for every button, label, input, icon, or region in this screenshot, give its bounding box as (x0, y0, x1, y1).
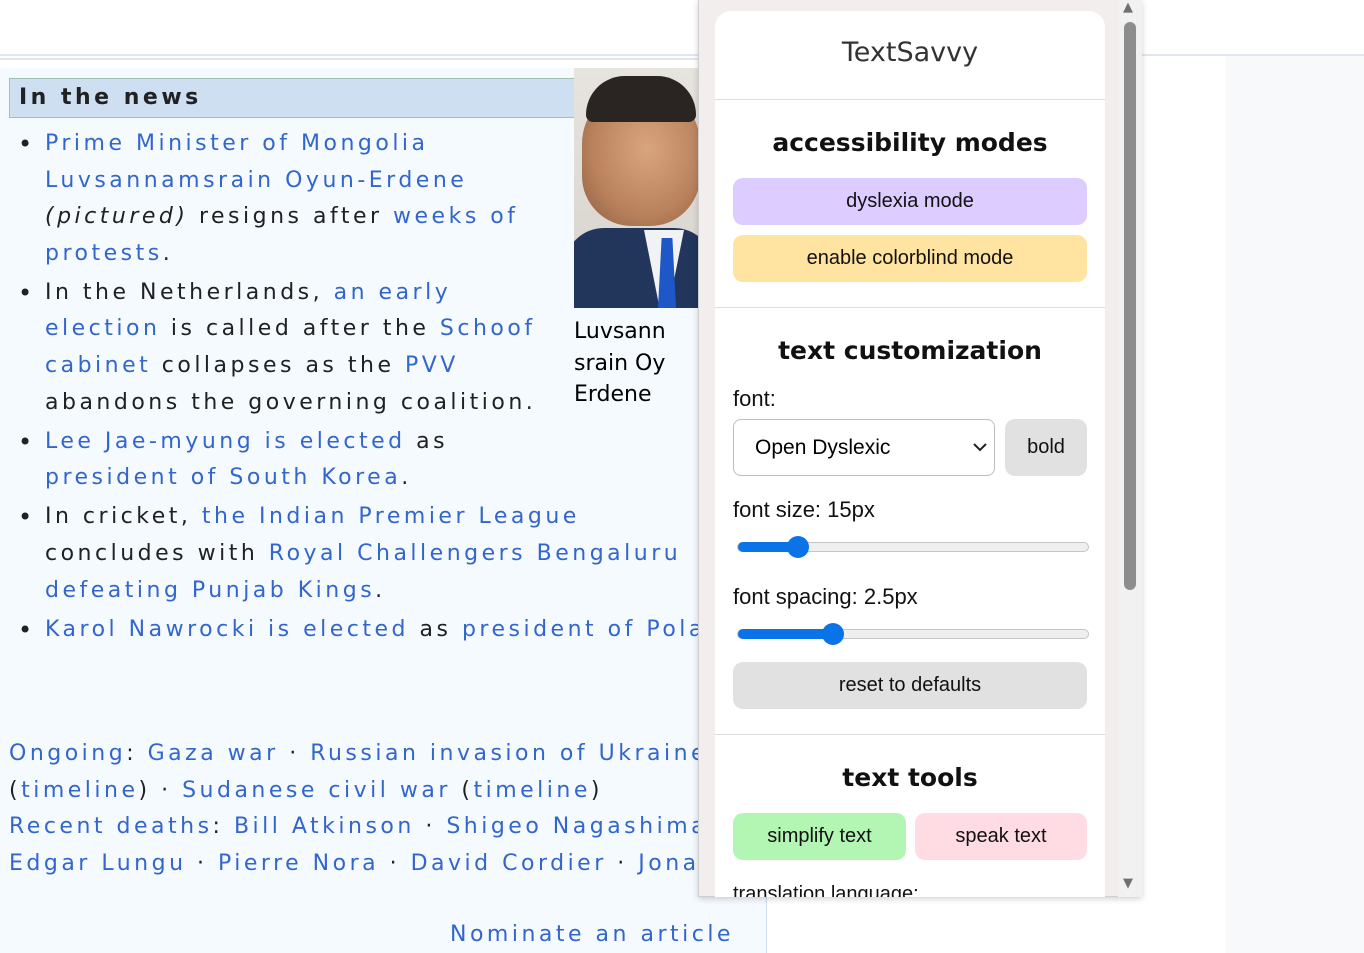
scroll-down-arrow-icon[interactable]: ▼ (1123, 877, 1133, 891)
browser-top-bar (0, 0, 1364, 56)
news-item-mongolia: Prime Minister of Mongolia Luvsannamsrai… (16, 126, 569, 272)
ongoing-row: Ongoing: Gaza war · Russian invasion of … (9, 736, 699, 773)
news-text: abandons the governing coalition. (45, 389, 537, 415)
news-text: ( (450, 777, 474, 803)
popup-scrollbar[interactable]: ▲ ▼ (1118, 0, 1142, 897)
colorblind-mode-button[interactable]: enable colorblind mode (733, 235, 1087, 282)
font-size-slider[interactable] (737, 536, 1089, 558)
slider-fill (738, 629, 834, 639)
link-mongolia-pm[interactable]: Prime Minister of Mongolia Luvsannamsrai… (45, 131, 467, 193)
link-shigeo-nagashima[interactable]: Shigeo Nagashima (446, 814, 699, 839)
link-defeating[interactable]: defeating (45, 578, 181, 603)
news-item-south-korea: Lee Jae-myung is elected as president of… (16, 424, 515, 497)
separator: · (278, 741, 311, 766)
accessibility-heading: accessibility modes (772, 128, 1048, 157)
news-text: ) · (138, 777, 183, 803)
translation-language-label: translation language: (733, 883, 919, 897)
link-russian-invasion[interactable]: Russian invasion of Ukraine (310, 741, 699, 766)
photo-caption: Luvsann srain Oy Erdene (574, 316, 698, 411)
news-text: . (162, 240, 174, 266)
news-text: is called after the (160, 316, 440, 342)
scrollbar-thumb[interactable] (1124, 22, 1136, 590)
font-size-label: font size: 15px (733, 497, 875, 522)
nominate-article-link[interactable]: Nominate an article (450, 920, 734, 950)
link-indian-premier-league[interactable]: the Indian Premier League (202, 504, 580, 529)
dyslexia-mode-button[interactable]: dyslexia mode (733, 178, 1087, 225)
news-text: : (212, 814, 234, 840)
slider-thumb[interactable] (822, 623, 845, 645)
link-timeline-1[interactable]: timeline (21, 778, 138, 803)
divider (715, 307, 1105, 308)
text-tools-heading: text tools (842, 763, 978, 792)
link-ongoing[interactable]: Ongoing (9, 741, 126, 766)
separator: · (414, 814, 447, 840)
link-jonathan-joss[interactable]: Jonathan Joss (638, 851, 699, 876)
caption-line: Luvsann (574, 319, 666, 344)
separator: · (379, 851, 411, 877)
link-david-cordier[interactable]: David Cordier (411, 851, 607, 876)
link-royal-challengers[interactable]: Royal Challengers Bengaluru (269, 541, 681, 566)
chevron-down-icon (972, 420, 988, 498)
recent-deaths-row: Recent deaths: Bill Atkinson · Shigeo Na… (9, 809, 699, 846)
news-text: In the Netherlands, (45, 279, 334, 305)
pictured-note: (pictured) (45, 204, 189, 230)
photo-hair (586, 76, 696, 122)
news-text: collapses as the (151, 353, 405, 379)
link-bill-atkinson[interactable]: Bill Atkinson (234, 814, 415, 839)
news-text: concludes with (45, 541, 269, 567)
ongoing-row-2: (timeline) · Sudanese civil war (timelin… (9, 773, 699, 810)
news-text: as (409, 616, 462, 642)
news-text (181, 578, 192, 603)
text-customization-heading: text customization (778, 336, 1042, 365)
font-select[interactable]: Open Dyslexic (733, 419, 995, 476)
bold-button[interactable]: bold (1005, 419, 1087, 476)
news-text: : (126, 741, 148, 766)
news-footer: Ongoing: Gaza war · Russian invasion of … (9, 736, 699, 883)
header-rule (0, 58, 700, 60)
news-text: In cricket, (45, 504, 202, 530)
caption-line: srain Oy (574, 350, 666, 376)
page-right-gutter (1226, 56, 1364, 953)
font-spacing-label: font spacing: 2.5px (733, 584, 918, 609)
news-item-cricket: In cricket, the Indian Premier League co… (16, 499, 698, 609)
font-label: font: (733, 386, 776, 411)
link-lee-jae-myung[interactable]: Lee Jae-myung is elected (45, 429, 406, 454)
textsavvy-popup: TextSavvy accessibility modes dyslexia m… (698, 0, 1142, 897)
link-sudanese-civil-war[interactable]: Sudanese civil war (182, 778, 451, 803)
news-photo[interactable] (574, 68, 698, 308)
reset-defaults-button[interactable]: reset to defaults (733, 662, 1087, 709)
news-text: . (375, 577, 386, 603)
slider-thumb[interactable] (786, 536, 809, 558)
recent-deaths-row-3: Edgar Lungu · Pierre Nora · David Cordie… (9, 846, 699, 883)
separator: · (606, 851, 639, 877)
link-president-south-korea[interactable]: president of South Korea (45, 465, 401, 490)
link-recent-deaths[interactable]: Recent deaths (9, 814, 213, 839)
popup-card: TextSavvy accessibility modes dyslexia m… (715, 11, 1105, 897)
divider (715, 99, 1105, 100)
speak-text-button[interactable]: speak text (915, 813, 1087, 860)
news-text: . (401, 465, 412, 491)
link-timeline-2[interactable]: timeline (473, 778, 590, 803)
link-pierre-nora[interactable]: Pierre Nora (218, 851, 379, 876)
link-punjab-kings[interactable]: Punjab Kings (192, 578, 375, 603)
news-text: ( (9, 777, 22, 803)
font-select-value: Open Dyslexic (755, 436, 891, 459)
news-text: as (405, 428, 449, 454)
divider (715, 734, 1105, 735)
scroll-up-arrow-icon[interactable]: ▲ (1123, 1, 1133, 15)
link-edgar-lungu[interactable]: Edgar Lungu (9, 851, 187, 876)
caption-line: Erdene (574, 382, 652, 407)
link-karol-nawrocki[interactable]: Karol Nawrocki is elected (45, 617, 409, 642)
news-item-netherlands: In the Netherlands, an early election is… (16, 275, 545, 421)
news-text: ) (590, 777, 603, 803)
simplify-text-button[interactable]: simplify text (733, 813, 906, 860)
link-gaza-war[interactable]: Gaza war (148, 741, 279, 766)
app-title: TextSavvy (841, 37, 979, 68)
news-item-poland: Karol Nawrocki is elected as president o… (16, 612, 748, 649)
font-spacing-slider[interactable] (737, 623, 1089, 645)
separator: · (186, 851, 218, 877)
link-pvv[interactable]: PVV (405, 353, 459, 378)
news-text: resigns after (188, 204, 394, 230)
